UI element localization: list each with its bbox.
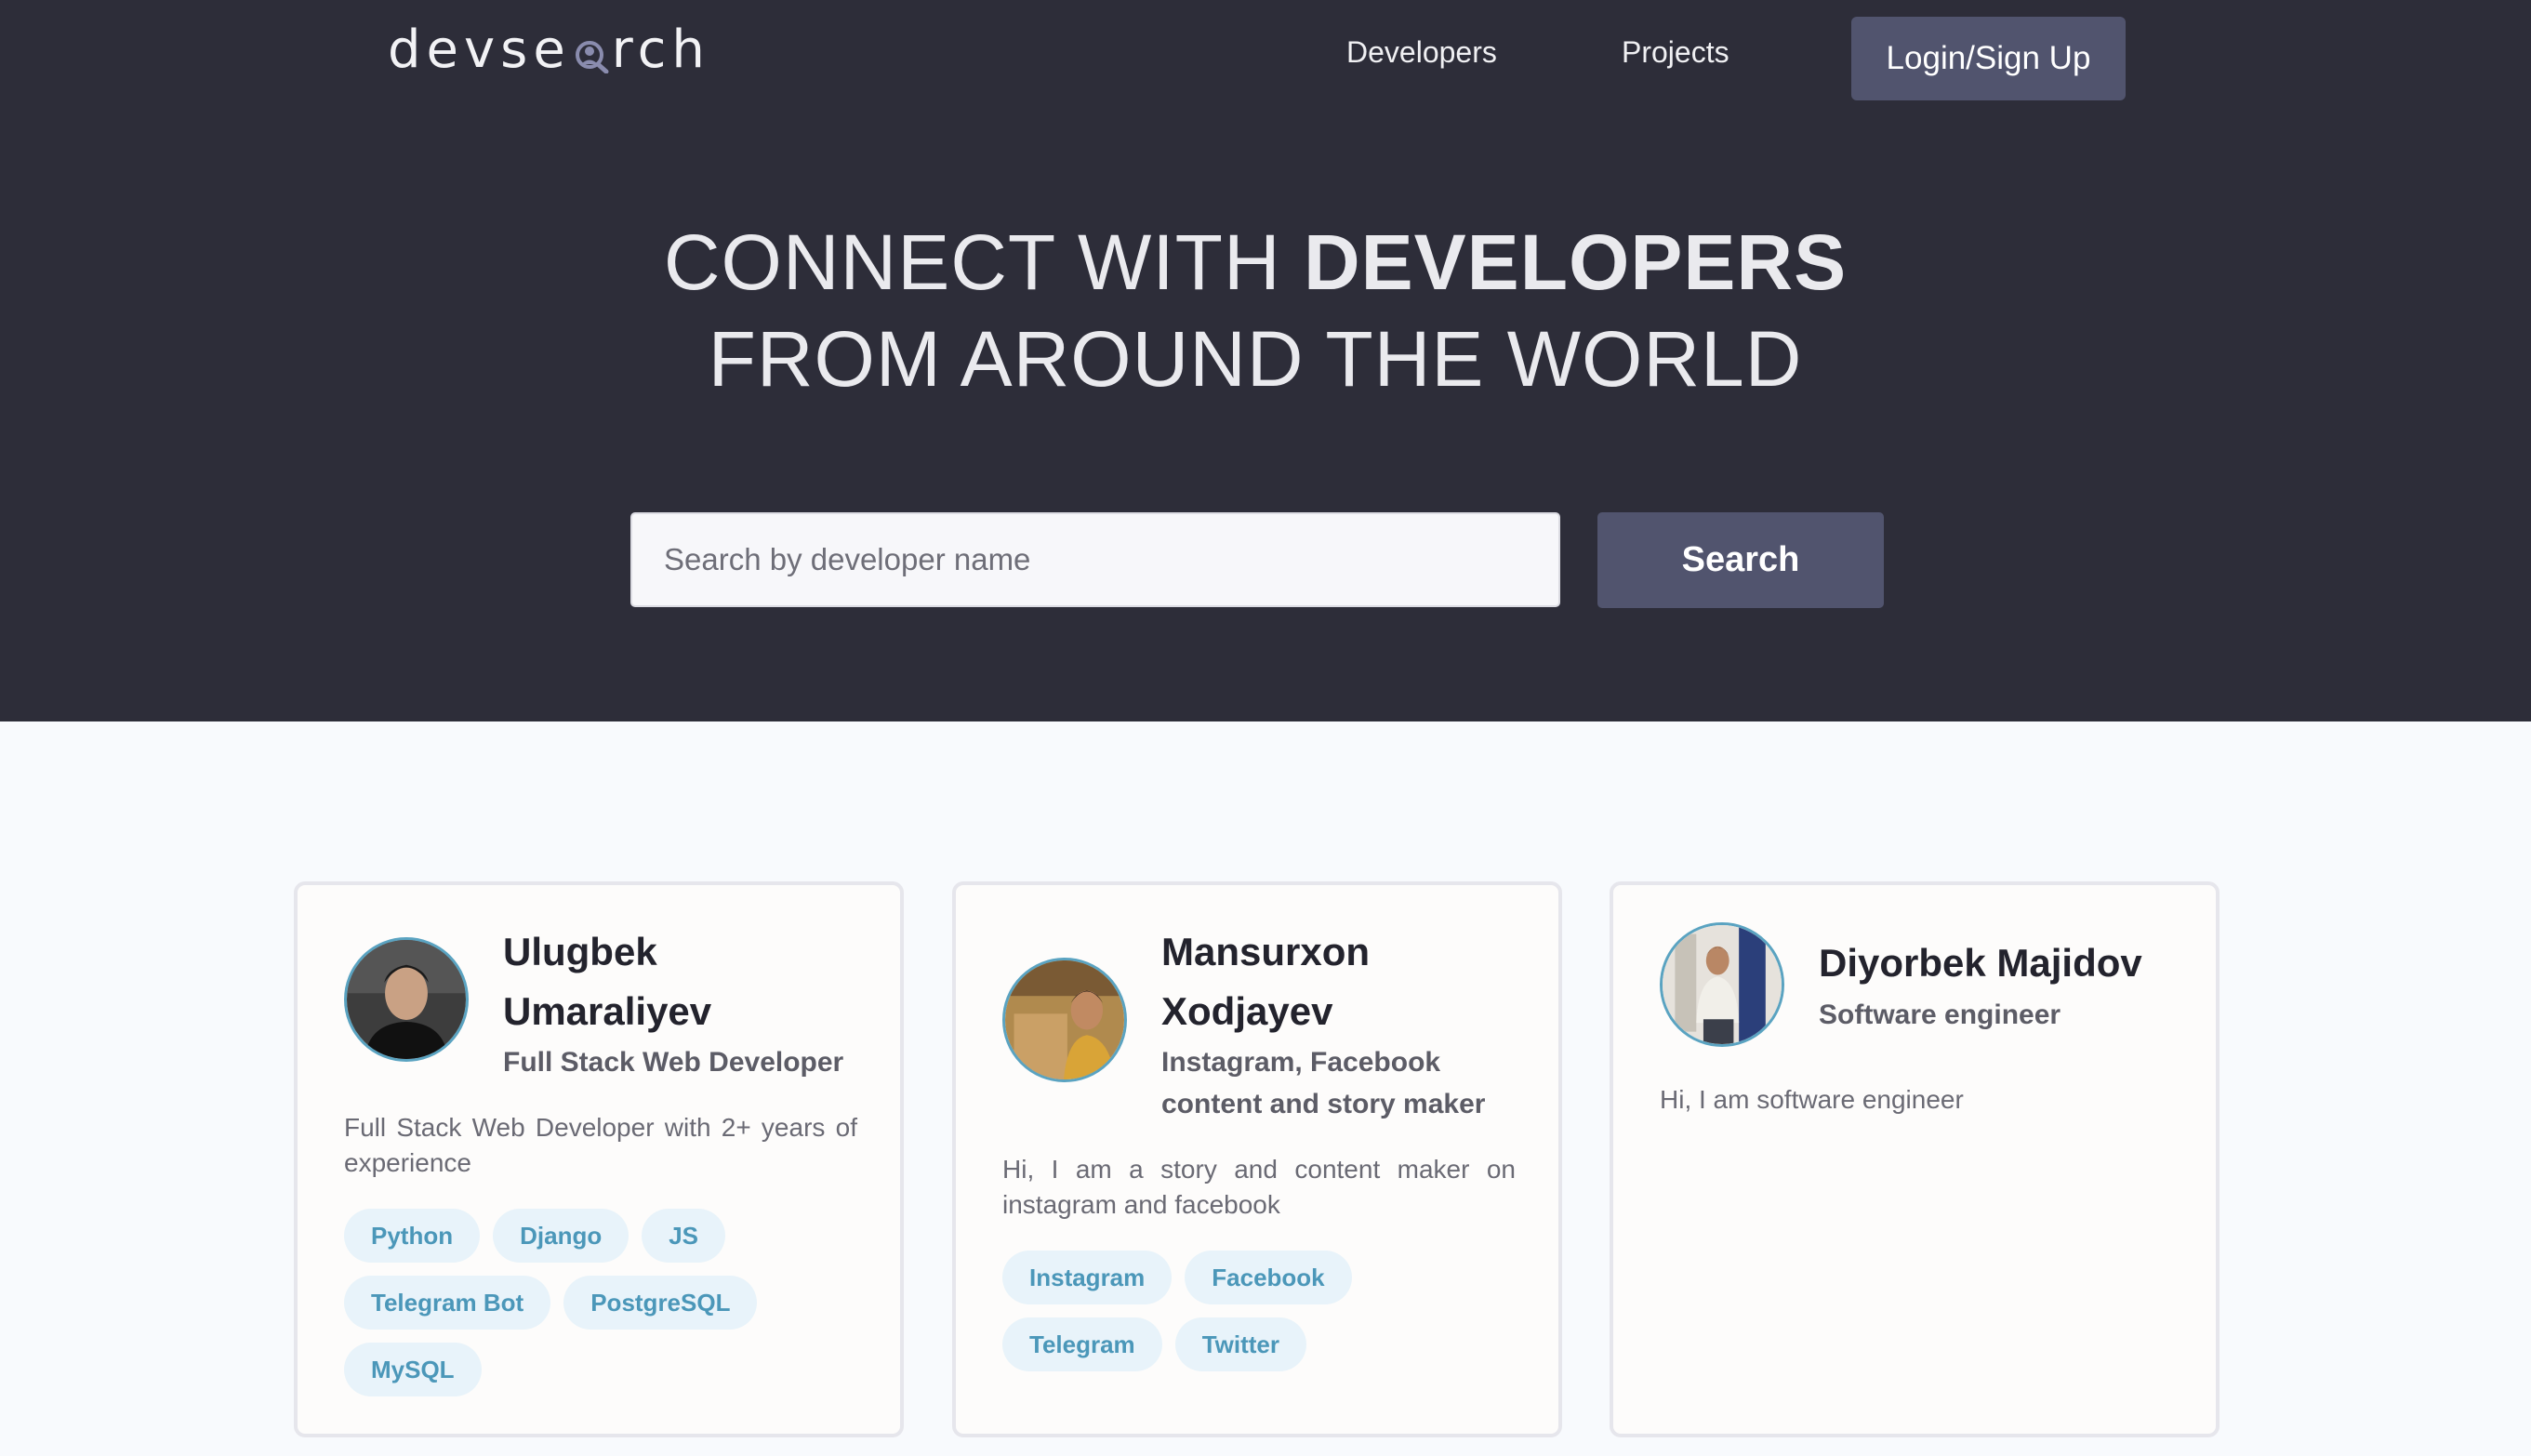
nav-projects-link[interactable]: Projects: [1622, 35, 1729, 70]
developer-role: Full Stack Web Developer: [503, 1047, 844, 1078]
avatar: [1660, 922, 1784, 1047]
logo-text-left: devse: [388, 19, 571, 80]
developer-role: Software engineer: [1819, 999, 2061, 1030]
developer-role-line1: Instagram, Facebook: [1161, 1047, 1441, 1078]
skill-tag[interactable]: Telegram Bot: [344, 1276, 551, 1330]
developer-bio: Hi, I am software engineer: [1660, 1085, 1964, 1114]
logo-text-right: rch: [611, 19, 710, 80]
developer-role-line2: content and story maker: [1161, 1089, 1486, 1119]
developer-role: Instagram, Facebook content and story ma…: [1161, 1041, 1485, 1125]
skill-tag[interactable]: Python: [344, 1209, 481, 1263]
developer-card[interactable]: Ulugbek Umaraliyev Full Stack Web Develo…: [294, 881, 904, 1437]
skill-tag[interactable]: Facebook: [1185, 1251, 1352, 1304]
headline-line2: FROM AROUND THE WORLD: [708, 315, 1803, 403]
developer-name-line2: Umaraliyev: [503, 989, 712, 1033]
developer-card[interactable]: Mansurxon Xodjayev Instagram, Facebook c…: [952, 881, 1562, 1437]
skill-tags: Python Django JS Telegram Bot PostgreSQL…: [344, 1209, 865, 1396]
developer-search-input[interactable]: [630, 512, 1560, 607]
skill-tags: Instagram Facebook Telegram Twitter: [1002, 1251, 1523, 1371]
headline-line1-bold: DEVELOPERS: [1303, 218, 1848, 306]
avatar: [1002, 958, 1127, 1082]
magnifier-person-icon: [573, 26, 610, 74]
skill-tag[interactable]: MySQL: [344, 1343, 482, 1396]
skill-tag[interactable]: Telegram: [1002, 1317, 1162, 1371]
hero-headline: CONNECT WITH DEVELOPERS FROM AROUND THE …: [0, 214, 2511, 407]
login-signup-button[interactable]: Login/Sign Up: [1851, 17, 2126, 100]
developer-bio: Hi, I am a story and content maker on in…: [1002, 1155, 1516, 1219]
skill-tag[interactable]: Django: [493, 1209, 629, 1263]
developer-bio: Full Stack Web Developer with 2+ years o…: [344, 1113, 857, 1177]
skill-tag[interactable]: PostgreSQL: [563, 1276, 758, 1330]
avatar: [344, 937, 469, 1062]
developer-name: Ulugbek Umaraliyev: [503, 922, 875, 1041]
developer-name-line1: Ulugbek: [503, 930, 657, 973]
skill-tag[interactable]: Instagram: [1002, 1251, 1173, 1304]
skill-tag[interactable]: Twitter: [1174, 1317, 1306, 1371]
developer-card[interactable]: Diyorbek Majidov Software engineer Hi, I…: [1610, 881, 2220, 1437]
logo[interactable]: devse rch: [388, 19, 710, 80]
headline-line1-prefix: CONNECT WITH: [663, 218, 1304, 306]
developer-name: Diyorbek Majidov: [1819, 941, 2142, 985]
developer-name: Mansurxon Xodjayev: [1161, 922, 1533, 1041]
search-button[interactable]: Search: [1597, 512, 1884, 608]
skill-tag[interactable]: JS: [642, 1209, 726, 1263]
developer-name-line2: Xodjayev: [1161, 989, 1333, 1033]
nav-developers-link[interactable]: Developers: [1346, 35, 1497, 70]
developer-name-line1: Mansurxon: [1161, 930, 1371, 973]
headline-line1: CONNECT WITH DEVELOPERS: [0, 214, 2511, 311]
hero-section: devse rch Developers Projects Login/Sign…: [0, 0, 2531, 721]
